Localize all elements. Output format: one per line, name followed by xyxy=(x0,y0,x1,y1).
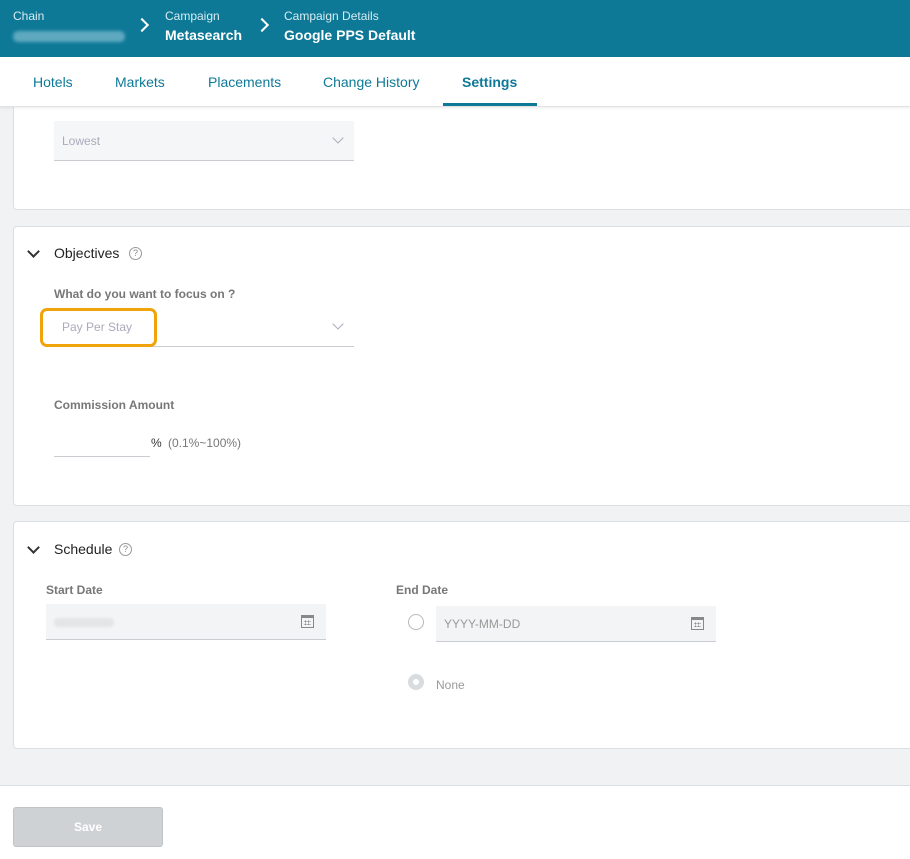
breadcrumb-label: Campaign Details xyxy=(284,9,379,23)
top-header: Chain Campaign Metasearch Campaign Detai… xyxy=(0,0,910,57)
breadcrumb-campaign-details: Campaign Details Google PPS Default xyxy=(284,9,415,43)
objectives-card xyxy=(13,226,910,506)
end-date-placeholder: YYYY-MM-DD xyxy=(444,617,521,631)
tab-placements[interactable]: Placements xyxy=(208,57,281,107)
end-date-label: End Date xyxy=(396,583,449,597)
none-radio[interactable] xyxy=(408,674,424,690)
breadcrumb-label: Campaign xyxy=(165,9,220,23)
commission-range-hint: (0.1%~100%) xyxy=(168,436,242,450)
calendar-icon xyxy=(301,615,314,628)
priority-select[interactable]: Lowest xyxy=(54,121,354,161)
calendar-icon xyxy=(691,617,704,630)
percent-sign: % xyxy=(151,436,162,450)
objectives-title: Objectives xyxy=(54,245,120,261)
start-date-input[interactable] xyxy=(46,604,326,640)
start-date-label: Start Date xyxy=(46,583,103,597)
tab-change-history[interactable]: Change History xyxy=(323,57,420,107)
help-icon[interactable]: ? xyxy=(129,247,142,260)
end-date-radio[interactable] xyxy=(408,614,424,630)
help-icon[interactable]: ? xyxy=(119,543,132,556)
chevron-down-icon xyxy=(332,132,344,144)
chain-name-redacted xyxy=(13,31,125,42)
tab-bar: Hotels Markets Placements Change History… xyxy=(0,57,910,107)
save-button[interactable]: Save xyxy=(13,807,163,847)
priority-value: Lowest xyxy=(62,134,101,148)
chevron-right-icon xyxy=(254,17,270,33)
tab-settings[interactable]: Settings xyxy=(462,57,517,107)
start-date-redacted xyxy=(54,618,114,628)
breadcrumb-value: Metasearch xyxy=(165,27,243,43)
none-label: None xyxy=(436,678,465,692)
highlight-outline xyxy=(40,308,157,347)
tab-hotels[interactable]: Hotels xyxy=(33,57,73,107)
breadcrumb-value: Google PPS Default xyxy=(284,27,416,43)
breadcrumb-chain[interactable]: Chain xyxy=(13,9,125,47)
chevron-right-icon xyxy=(134,17,150,33)
commission-input[interactable] xyxy=(54,426,150,457)
schedule-title: Schedule xyxy=(54,541,113,557)
chevron-down-icon xyxy=(332,318,344,330)
breadcrumb-campaign[interactable]: Campaign Metasearch xyxy=(165,9,242,43)
breadcrumb-label: Chain xyxy=(13,9,45,23)
tab-markets[interactable]: Markets xyxy=(115,57,165,107)
commission-label: Commission Amount xyxy=(54,398,175,412)
active-tab-indicator xyxy=(443,103,537,106)
focus-label: What do you want to focus on ? xyxy=(54,287,236,301)
end-date-input[interactable]: YYYY-MM-DD xyxy=(436,606,716,642)
